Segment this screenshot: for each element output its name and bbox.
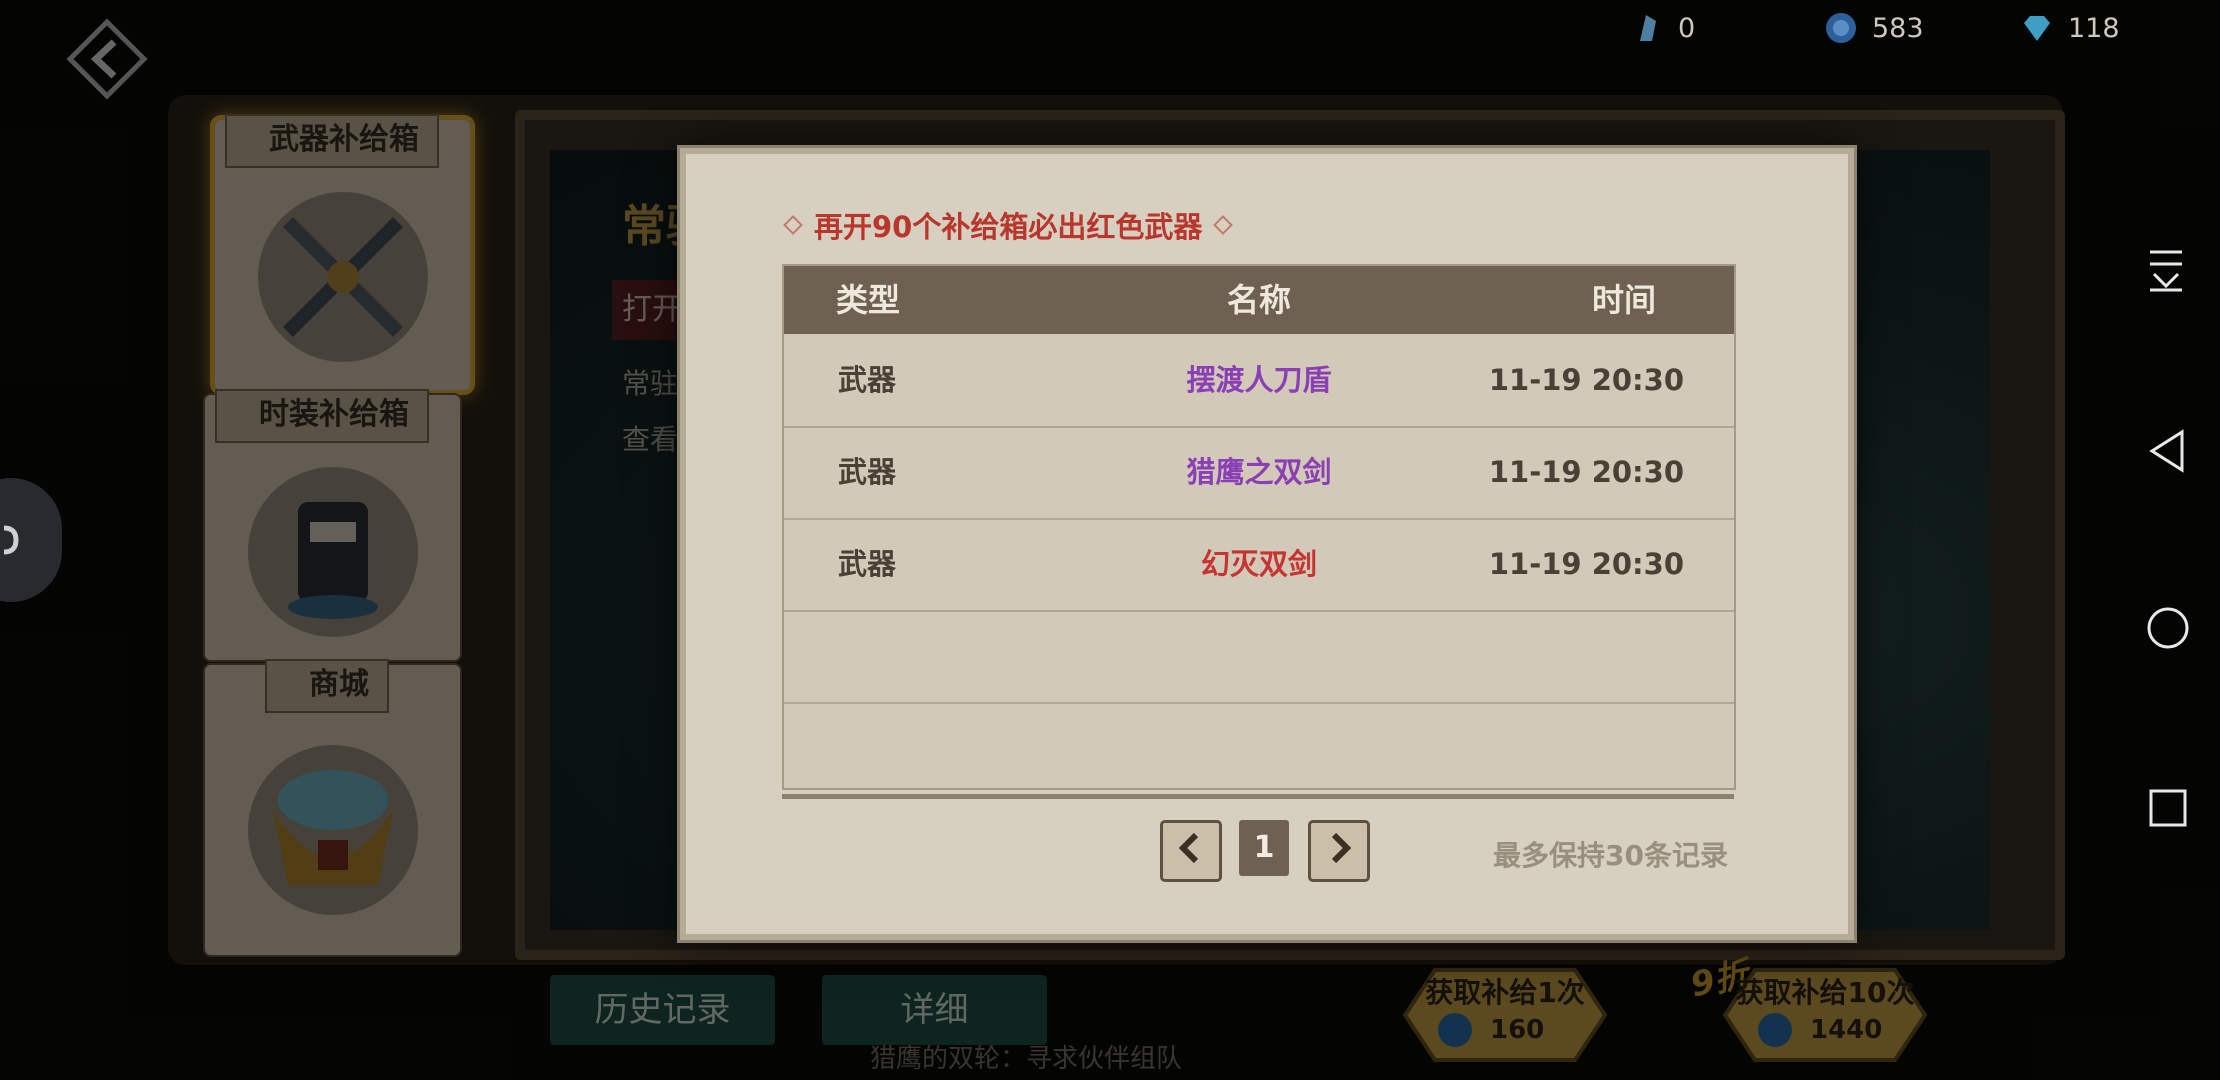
column-header-time: 时间 bbox=[1591, 281, 1656, 319]
history-button[interactable]: 历史记录 bbox=[550, 975, 775, 1045]
table-header: 类型 名称 时间 bbox=[784, 266, 1734, 334]
diamond-counter: 118 bbox=[2020, 8, 2120, 48]
table-row: 武器 幻灭双剑 11-19 20:30 bbox=[784, 518, 1734, 612]
recents-square-icon[interactable] bbox=[2148, 788, 2188, 828]
home-circle-icon[interactable] bbox=[2146, 606, 2190, 650]
buy-ten-button[interactable]: 获取补给10次 1440 bbox=[1700, 965, 1950, 1065]
pity-notice: 再开90个补给箱必出红色武器 bbox=[783, 204, 1234, 246]
floating-assistant-button[interactable] bbox=[0, 478, 62, 602]
table-row: 武器 摆渡人刀盾 11-19 20:30 bbox=[784, 334, 1734, 428]
back-triangle-icon[interactable] bbox=[2148, 428, 2188, 474]
buy-once-label: 获取补给1次 bbox=[1425, 976, 1585, 1009]
diamond-ornament-icon bbox=[1213, 215, 1234, 235]
table-divider bbox=[782, 794, 1734, 799]
panel-info-line: 常驻 bbox=[622, 367, 679, 400]
page-number: 1 bbox=[1239, 820, 1289, 876]
buy-ten-cost: 1440 bbox=[1810, 1015, 1883, 1045]
panel-view-line: 查看 bbox=[622, 423, 679, 456]
buy-ten-label: 获取补给10次 bbox=[1735, 976, 1915, 1009]
crystal-value: 0 bbox=[1678, 12, 1696, 44]
sidebar-item-weapon-box[interactable]: 武器补给箱 bbox=[215, 114, 470, 390]
history-table: 类型 名称 时间 武器 摆渡人刀盾 11-19 20:30 武器 猎鹰之双剑 1… bbox=[782, 264, 1736, 790]
crossed-swords-icon bbox=[257, 192, 428, 362]
sidebar-item-label: 时装补给箱 bbox=[215, 389, 429, 443]
chevron-left-icon bbox=[1178, 832, 1199, 864]
record-limit-note: 最多保持30条记录 bbox=[1493, 839, 1728, 872]
coin-icon bbox=[1826, 13, 1856, 43]
row-time: 11-19 20:30 bbox=[1488, 547, 1684, 581]
crystal-counter: 0 bbox=[1630, 8, 1695, 48]
coin-icon bbox=[1438, 1013, 1472, 1047]
sidebar-item-label: 武器补给箱 bbox=[225, 114, 439, 168]
table-row: 武器 猎鹰之双剑 11-19 20:30 bbox=[784, 426, 1734, 520]
coin-icon bbox=[1758, 1013, 1792, 1047]
pity-notice-text: 再开90个补给箱必出红色武器 bbox=[814, 210, 1203, 244]
sidebar-item-costume-box[interactable]: 时装补给箱 bbox=[205, 389, 460, 660]
row-time: 11-19 20:30 bbox=[1488, 363, 1684, 397]
back-button[interactable] bbox=[66, 18, 148, 100]
buy-once-button[interactable]: 获取补给1次 160 bbox=[1380, 965, 1630, 1065]
coin-value: 583 bbox=[1872, 12, 1924, 44]
row-time: 11-19 20:30 bbox=[1488, 455, 1684, 489]
backpack-icon bbox=[247, 467, 418, 637]
crystal-icon bbox=[1640, 15, 1656, 41]
chevron-right-icon bbox=[1331, 832, 1352, 864]
diamond-ornament-icon bbox=[783, 215, 803, 235]
sidebar-item-label: 商城 bbox=[265, 659, 389, 713]
collapse-icon[interactable] bbox=[2146, 248, 2186, 292]
table-row-empty bbox=[784, 610, 1734, 704]
detail-button[interactable]: 详细 bbox=[822, 975, 1047, 1045]
prev-page-button[interactable] bbox=[1160, 820, 1222, 882]
history-record-dialog: 再开90个补给箱必出红色武器 类型 名称 时间 武器 摆渡人刀盾 11-19 2… bbox=[680, 148, 1854, 940]
diamond-icon bbox=[2024, 16, 2050, 41]
coin-counter: 583 bbox=[1824, 8, 1924, 48]
sidebar-item-shop[interactable]: 商城 bbox=[205, 659, 460, 955]
chat-preview[interactable]: 猎鹰的双轮：寻求伙伴组队 bbox=[870, 1038, 1182, 1075]
diamond-value: 118 bbox=[2068, 12, 2120, 44]
headset-icon bbox=[3, 525, 19, 555]
treasure-chest-icon bbox=[247, 745, 418, 915]
next-page-button[interactable] bbox=[1308, 820, 1370, 882]
table-row-empty bbox=[784, 702, 1734, 794]
back-arrow-icon bbox=[66, 18, 148, 100]
buy-once-cost: 160 bbox=[1490, 1015, 1545, 1045]
